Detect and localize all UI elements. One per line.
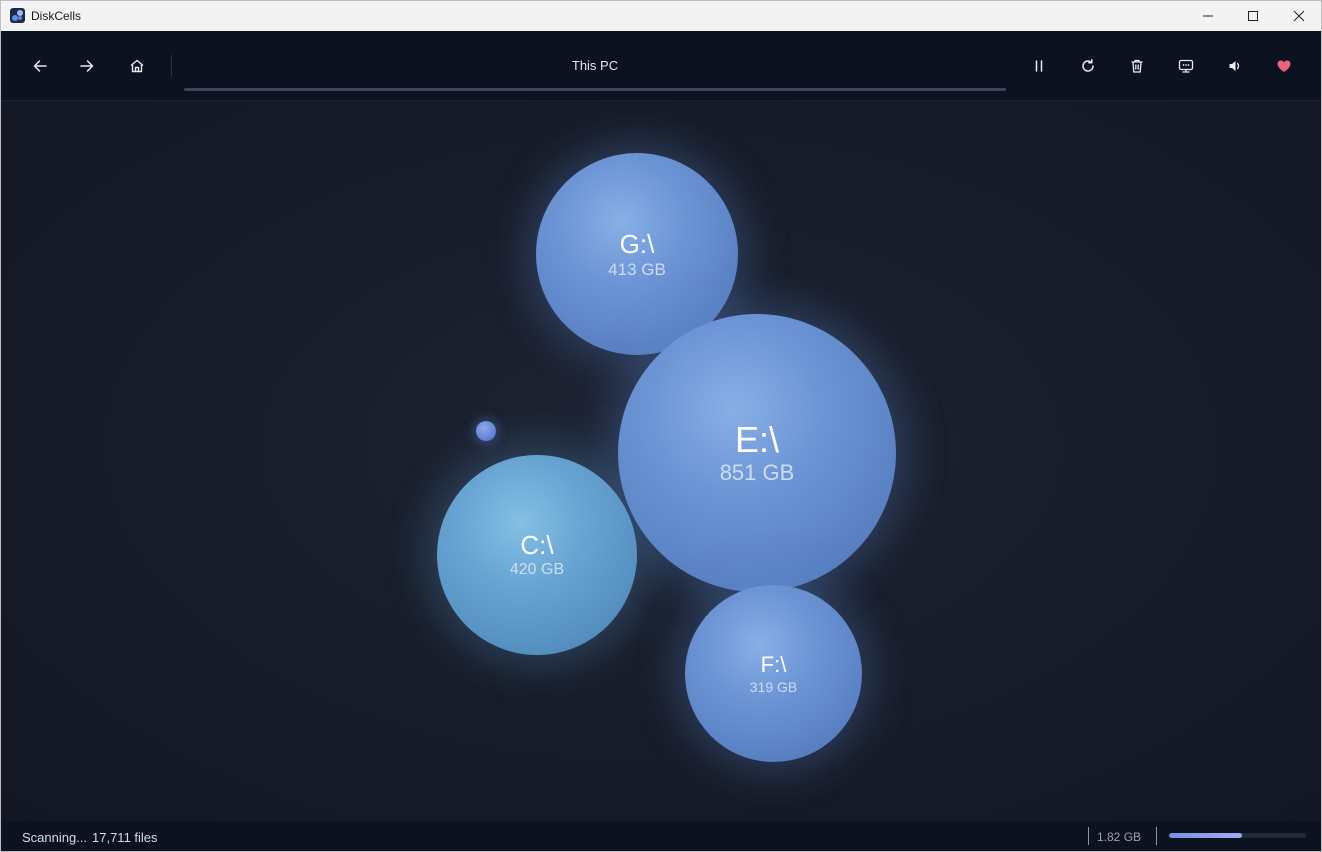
drive-name: F:\: [760, 651, 787, 677]
location-breadcrumb[interactable]: This PC: [184, 58, 1006, 73]
diskcells-logo-icon: [10, 8, 25, 23]
forward-arrow-icon: [80, 60, 94, 72]
app-window: DiskCells This PC G:\ 413 GB E:\ 851 GB …: [0, 0, 1322, 852]
refresh-button[interactable]: [1074, 52, 1102, 80]
home-icon: [130, 59, 144, 73]
display-button[interactable]: [1172, 52, 1200, 80]
drive-size: 413 GB: [608, 259, 666, 279]
home-button[interactable]: [123, 52, 151, 80]
maximize-icon: [1248, 11, 1258, 21]
forward-button[interactable]: [73, 52, 101, 80]
heart-icon: [1277, 60, 1291, 72]
close-button[interactable]: [1276, 1, 1321, 31]
scan-progress-fill: [1169, 833, 1242, 838]
drive-size: 851 GB: [719, 460, 795, 485]
drive-bubble-f[interactable]: F:\ 319 GB: [685, 585, 862, 762]
scan-progress-bar: [1169, 833, 1306, 838]
display-icon: [1178, 59, 1194, 73]
drive-name: C:\: [520, 530, 554, 560]
drive-size: 319 GB: [749, 678, 798, 695]
status-separator: [1156, 827, 1157, 845]
close-icon: [1293, 10, 1305, 22]
back-button[interactable]: [26, 52, 54, 80]
sound-button[interactable]: [1221, 52, 1249, 80]
drive-name: E:\: [734, 419, 779, 460]
volume-icon: [1229, 61, 1240, 71]
scanned-size: 1.82 GB: [1097, 830, 1142, 844]
title-bar: DiskCells: [1, 1, 1321, 31]
status-separator: [1088, 827, 1089, 845]
location-progress-fill: [184, 88, 1006, 91]
minimize-button[interactable]: [1185, 1, 1231, 31]
pause-button[interactable]: [1025, 52, 1053, 80]
delete-button[interactable]: [1123, 52, 1151, 80]
favorite-button[interactable]: [1270, 52, 1298, 80]
trash-icon: [1131, 59, 1143, 73]
status-bar: Scanning... 17,711 files 1.82 GB: [1, 821, 1321, 851]
minimize-icon: [1203, 15, 1213, 17]
drive-size: 420 GB: [509, 561, 565, 578]
maximize-button[interactable]: [1230, 1, 1276, 31]
back-arrow-icon: [33, 60, 47, 72]
drive-bubble-c[interactable]: C:\ 420 GB: [437, 455, 637, 655]
toolbar-separator: [171, 55, 172, 77]
window-title: DiskCells: [31, 9, 82, 23]
file-count: 17,711 files: [92, 830, 158, 845]
drive-bubble-e[interactable]: E:\ 851 GB: [618, 314, 896, 592]
scan-status: Scanning...: [22, 830, 88, 845]
refresh-icon: [1082, 59, 1094, 72]
toolbar: This PC: [1, 31, 1321, 101]
small-item-bubble[interactable]: [476, 421, 496, 441]
disk-bubble-canvas: G:\ 413 GB E:\ 851 GB C:\ 420 GB F:\ 319…: [1, 102, 1321, 821]
location-progress-track: [184, 88, 1006, 91]
pause-icon: [1035, 60, 1043, 72]
drive-name: G:\: [619, 228, 655, 259]
